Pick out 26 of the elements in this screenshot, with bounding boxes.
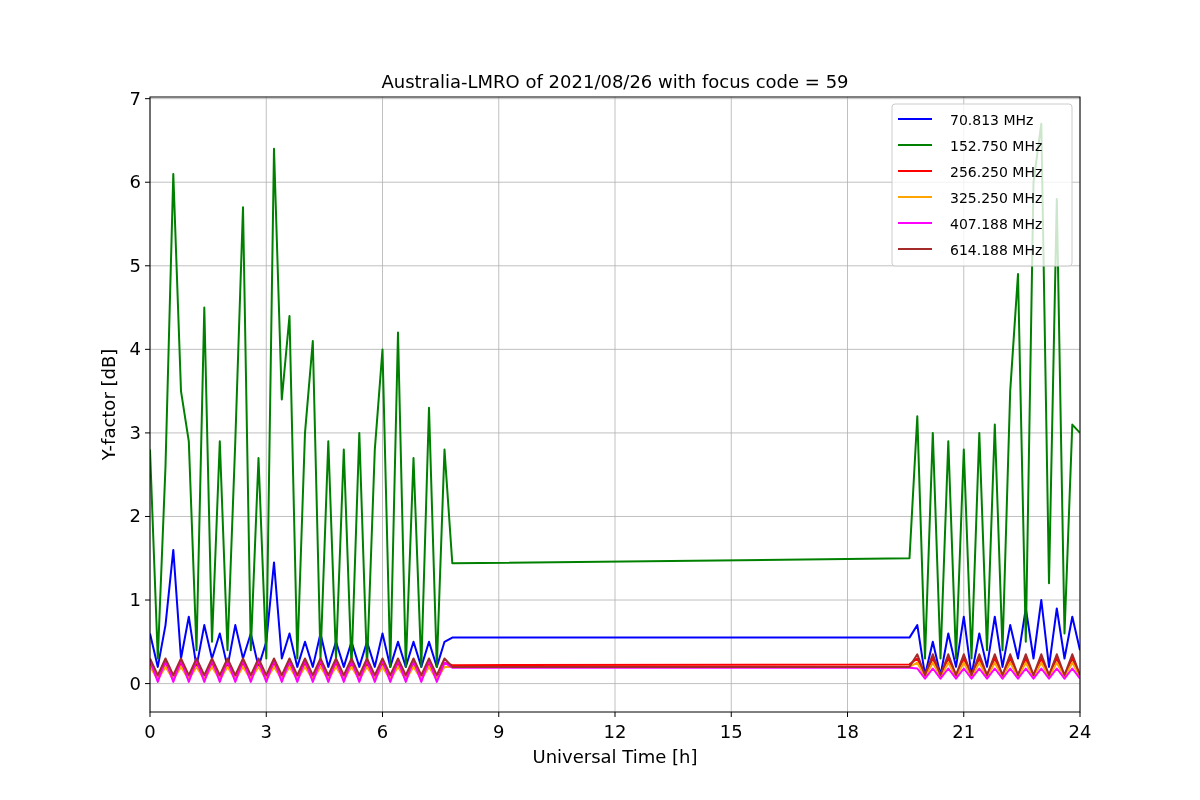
axis-label: Universal Time [h]	[532, 746, 698, 767]
legend-label: 614.188 MHz	[950, 242, 1043, 258]
tick-label: 15	[719, 721, 743, 742]
legend-label: 152.750 MHz	[950, 138, 1043, 154]
legend-label: 407.188 MHz	[950, 216, 1043, 232]
tick-label: 7	[129, 87, 141, 109]
tick-label: 3	[129, 421, 141, 443]
tick-label: 24	[1068, 721, 1092, 742]
tick-label: 0	[129, 672, 141, 694]
tick-label: 9	[493, 721, 505, 742]
chart-title: Australia-LMRO of 2021/08/26 with focus code = 59	[381, 71, 849, 92]
legend-label: 256.250 MHz	[950, 164, 1043, 180]
tick-label: 6	[376, 721, 389, 742]
axis-label: Y-factor [dB]	[98, 348, 119, 461]
tick-label: 2	[129, 505, 141, 527]
tick-label: 3	[260, 721, 272, 742]
tick-label: 4	[129, 338, 141, 360]
tick-label: 12	[603, 721, 627, 742]
tick-label: 18	[836, 721, 859, 742]
legend-label: 325.250 MHz	[950, 190, 1043, 206]
tick-label: 6	[129, 171, 141, 193]
tick-label: 1	[129, 589, 141, 611]
tick-label: 0	[144, 721, 156, 742]
legend-label: 70.813 MHz	[950, 112, 1034, 128]
tick-label: 5	[129, 254, 141, 276]
tick-label: 21	[952, 721, 976, 742]
